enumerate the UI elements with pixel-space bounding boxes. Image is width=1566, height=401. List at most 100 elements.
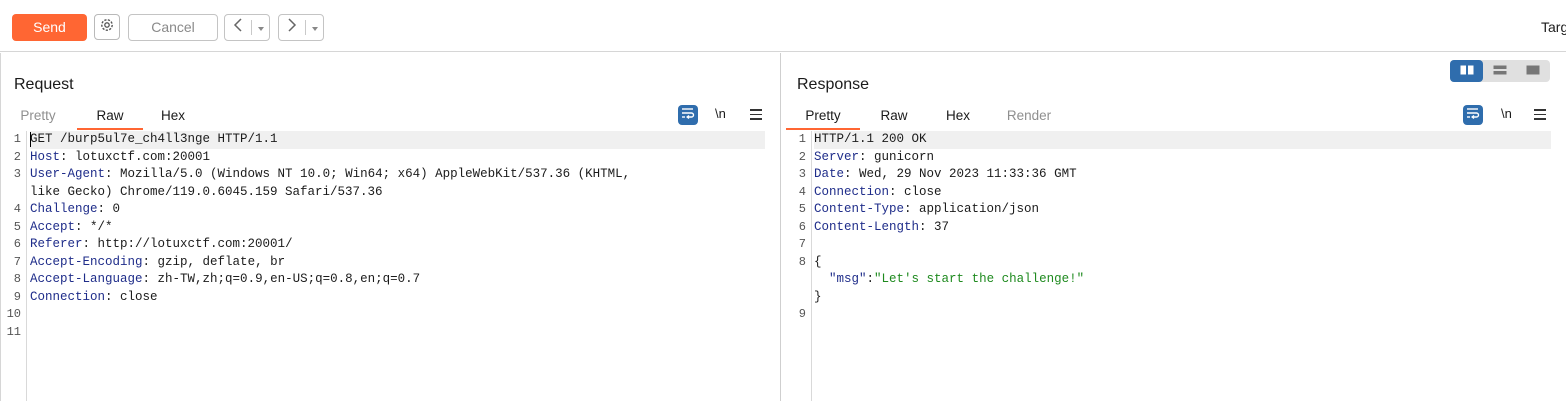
header-key: Host bbox=[30, 149, 61, 164]
line-number: 1 bbox=[798, 132, 806, 146]
rows-icon bbox=[1493, 62, 1507, 80]
single-pane-icon bbox=[1526, 62, 1540, 80]
toolbar: Send Cancel Targ bbox=[0, 0, 1566, 52]
line-number: 5 bbox=[13, 219, 21, 234]
json-brace: { bbox=[814, 254, 822, 269]
layout-side-by-side-button[interactable] bbox=[1450, 60, 1484, 82]
layout-stacked-button[interactable] bbox=[1483, 60, 1516, 82]
line-number: 4 bbox=[798, 184, 806, 199]
header-key: User-Agent bbox=[30, 167, 106, 181]
response-view-options: \n bbox=[781, 105, 1566, 125]
header-value: http://lotuxctf.com:20001/ bbox=[90, 237, 293, 251]
header-line: Content-Length: 37 bbox=[814, 219, 950, 234]
header-key: Accept-Encoding bbox=[30, 254, 143, 269]
header-key: Referer bbox=[30, 237, 83, 251]
header-key: Content-Type bbox=[814, 202, 905, 216]
line-number: 7 bbox=[798, 237, 806, 251]
forward-nav-group bbox=[278, 14, 324, 41]
forward-button[interactable] bbox=[279, 15, 305, 40]
line-number: 11 bbox=[6, 324, 21, 339]
header-value: lotuxctf.com:20001 bbox=[67, 149, 211, 164]
text-caret bbox=[30, 132, 31, 147]
header-key: Accept bbox=[30, 219, 76, 234]
line-number-gutter: 1 2 3 4 5 6 7 8 9 10 11 bbox=[1, 131, 27, 401]
show-newlines-button[interactable]: \n bbox=[715, 106, 726, 121]
request-editor[interactable]: 1 2 3 4 5 6 7 8 9 10 11 GET /burp5ul7e_c… bbox=[1, 131, 780, 401]
header-value: Wed, 29 Nov 2023 11:33:36 GMT bbox=[851, 167, 1077, 181]
header-line-continuation: like Gecko) Chrome/119.0.6045.159 Safari… bbox=[30, 184, 765, 202]
header-line: Connection: close bbox=[814, 184, 942, 199]
line-number: 7 bbox=[13, 254, 21, 269]
header-key: Content-Length bbox=[814, 219, 920, 234]
line-number: 10 bbox=[6, 307, 21, 321]
header-line: Accept-Language: zh-TW,zh;q=0.9,en-US;q=… bbox=[30, 272, 421, 286]
header-line: Server: gunicorn bbox=[814, 149, 935, 164]
show-newlines-button[interactable]: \n bbox=[1501, 106, 1512, 121]
json-key: "msg" bbox=[829, 272, 867, 286]
wrap-lines-button[interactable] bbox=[1463, 105, 1483, 125]
line-number: 9 bbox=[13, 289, 21, 304]
header-value: close bbox=[896, 184, 942, 199]
request-line: GET /burp5ul7e_ch4ll3nge HTTP/1.1 bbox=[30, 131, 765, 149]
line-number: 8 bbox=[13, 272, 21, 286]
layout-single-button[interactable] bbox=[1517, 60, 1550, 82]
cancel-button[interactable]: Cancel bbox=[128, 14, 218, 41]
line-number: 8 bbox=[798, 254, 806, 269]
line-number: 4 bbox=[13, 202, 21, 216]
header-value: 37 bbox=[926, 219, 950, 234]
send-button[interactable]: Send bbox=[12, 14, 87, 41]
json-property: "msg":"Let's start the challenge!" bbox=[814, 271, 1551, 289]
header-value: */* bbox=[82, 219, 113, 234]
response-title: Response bbox=[797, 76, 870, 93]
layout-switcher bbox=[1450, 60, 1550, 82]
header-value: application/json bbox=[911, 202, 1040, 216]
forward-arrow-icon bbox=[286, 18, 298, 37]
wrap-lines-icon bbox=[681, 106, 695, 124]
dropdown-icon bbox=[311, 19, 319, 37]
json-colon: : bbox=[866, 272, 875, 286]
header-line: Referer: http://lotuxctf.com:20001/ bbox=[30, 237, 293, 251]
header-value: close bbox=[112, 289, 158, 304]
line-number: 3 bbox=[13, 167, 21, 181]
back-arrow-icon bbox=[232, 18, 244, 37]
target-label[interactable]: Targ bbox=[1541, 19, 1566, 35]
line-number: 2 bbox=[798, 149, 806, 164]
line-number: 3 bbox=[798, 167, 806, 181]
menu-icon[interactable] bbox=[750, 106, 762, 123]
header-value: 0 bbox=[105, 202, 121, 216]
header-key: Date bbox=[814, 167, 845, 181]
response-editor[interactable]: 1 2 3 4 5 6 7 8 9 HTTP/1.1 200 OK Server… bbox=[781, 131, 1566, 401]
json-brace: } bbox=[814, 289, 822, 304]
request-title: Request bbox=[14, 76, 74, 93]
header-line: Date: Wed, 29 Nov 2023 11:33:36 GMT bbox=[814, 167, 1077, 181]
back-history-dropdown[interactable] bbox=[252, 19, 269, 37]
menu-icon[interactable] bbox=[1534, 106, 1546, 123]
status-line-text: HTTP/1.1 200 OK bbox=[814, 132, 927, 146]
response-pane: Response Pretty Raw Hex Render \n 1 2 3 … bbox=[780, 53, 1566, 401]
back-button[interactable] bbox=[225, 15, 251, 40]
header-value: gunicorn bbox=[866, 149, 935, 164]
header-line: Host: lotuxctf.com:20001 bbox=[30, 149, 211, 164]
line-number-gutter: 1 2 3 4 5 6 7 8 9 bbox=[781, 131, 812, 401]
json-close-brace: } bbox=[814, 289, 1551, 307]
header-line: Accept: */* bbox=[30, 219, 113, 234]
header-value: gzip, deflate, br bbox=[150, 254, 286, 269]
header-line: Accept-Encoding: gzip, deflate, br bbox=[30, 254, 286, 269]
header-line: Challenge: 0 bbox=[30, 202, 121, 216]
wrap-lines-button[interactable] bbox=[678, 105, 698, 125]
header-key: Connection bbox=[30, 289, 106, 304]
header-value: Mozilla/5.0 (Windows NT 10.0; Win64; x64… bbox=[112, 167, 631, 181]
forward-history-dropdown[interactable] bbox=[306, 19, 323, 37]
header-key: Connection bbox=[814, 184, 890, 199]
line-number: 6 bbox=[798, 219, 806, 234]
line-number: 1 bbox=[13, 132, 21, 146]
line-number: 5 bbox=[798, 202, 806, 216]
json-open-brace: { bbox=[814, 254, 1551, 272]
request-pane: Request Pretty Raw Hex \n 1 2 3 4 5 6 7 … bbox=[0, 53, 780, 401]
header-key: Server bbox=[814, 149, 860, 164]
line-number: 2 bbox=[13, 149, 21, 164]
status-line: HTTP/1.1 200 OK bbox=[814, 131, 1551, 149]
settings-button[interactable] bbox=[94, 14, 120, 40]
header-line: Content-Type: application/json bbox=[814, 202, 1040, 216]
line-number: 9 bbox=[798, 307, 806, 321]
